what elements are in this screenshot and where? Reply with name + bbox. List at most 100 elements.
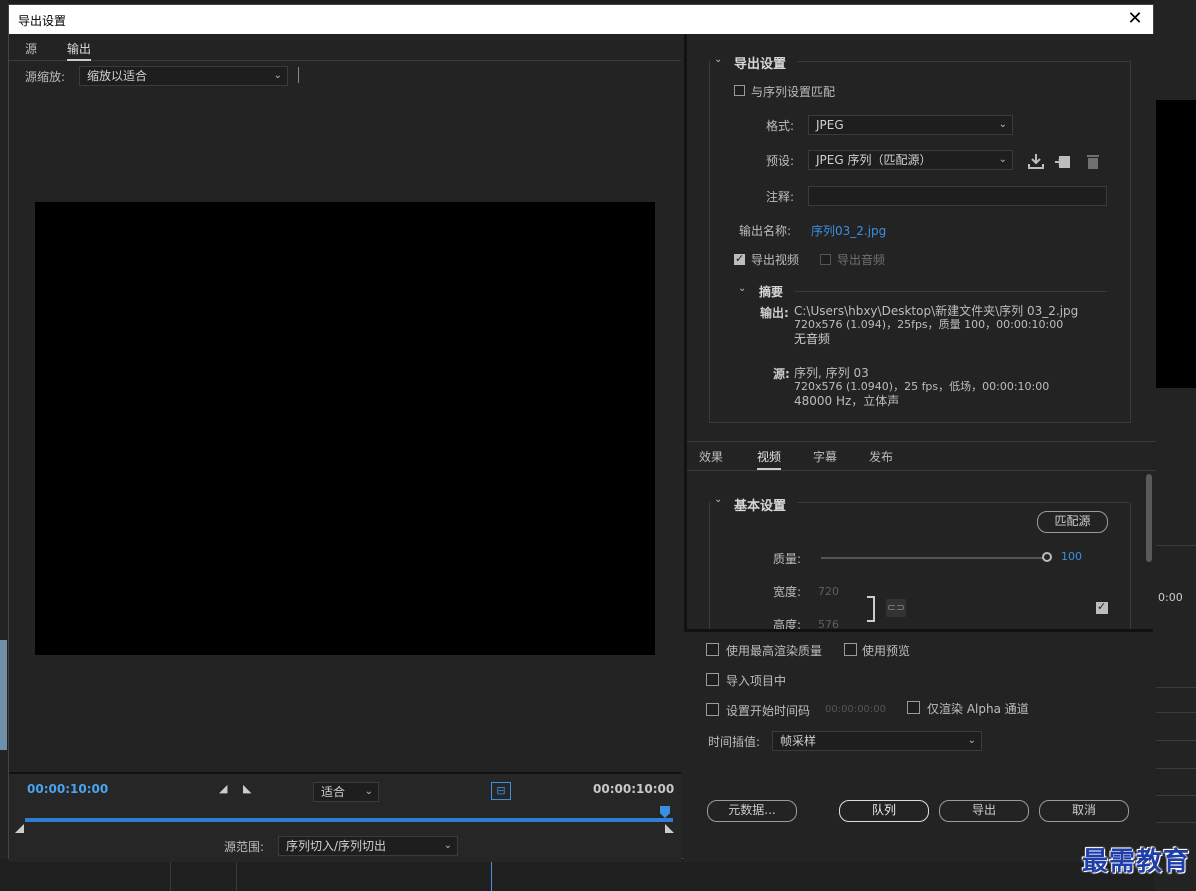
comment-input[interactable] (808, 186, 1107, 206)
export-button[interactable]: 导出 (939, 800, 1029, 822)
cancel-button[interactable]: 取消 (1039, 800, 1129, 822)
chevron-down-icon: ⌄ (273, 70, 282, 81)
output-name-link[interactable]: 序列03_2.jpg (811, 222, 886, 239)
background-timecode: 0:00 (1158, 591, 1183, 604)
tab-source[interactable]: 源 (25, 40, 37, 57)
summary-source-block: 序列, 序列 03 720x576 (1.0940)，25 fps，低场，00:… (794, 366, 1049, 408)
chevron-down-icon: ⌄ (364, 786, 373, 797)
background-right-strip: 0:00 (1154, 0, 1196, 891)
set-out-point-icon[interactable]: ◣ (243, 782, 251, 795)
width-label: 宽度: (773, 585, 802, 599)
import-preset-icon[interactable] (1054, 152, 1072, 170)
summary-title: 摘要 (759, 285, 784, 299)
time-interpolation-value: 帧采样 (780, 734, 817, 748)
chevron-down-icon: ⌄ (967, 735, 976, 746)
timecode-in[interactable]: 00:00:10:00 (27, 782, 108, 796)
timecode-out[interactable]: 00:00:10:00 (593, 782, 674, 796)
summary-output-line: 无音频 (794, 332, 831, 346)
settings-scrollbar[interactable] (1145, 474, 1153, 654)
max-render-quality-checkbox[interactable] (706, 643, 719, 656)
quality-value[interactable]: 100 (1061, 550, 1082, 563)
source-scale-label: 源缩放: (25, 70, 66, 84)
summary-source-line: 序列, 序列 03 (794, 366, 869, 380)
preset-select[interactable]: JPEG 序列（匹配源） ⌄ (808, 150, 1013, 170)
use-previews-label: 使用预览 (862, 644, 911, 658)
time-interpolation-select[interactable]: 帧采样 ⌄ (772, 731, 982, 751)
source-range-label: 源范围: (224, 840, 265, 854)
video-preview (35, 202, 655, 655)
render-alpha-label: 仅渲染 Alpha 通道 (927, 702, 1029, 716)
width-value[interactable]: 720 (818, 585, 839, 598)
background-divider (236, 859, 237, 891)
time-interpolation-label: 时间插值: (708, 735, 761, 749)
source-scale-select[interactable]: 缩放以适合 ⌄ (79, 66, 288, 86)
background-left-strip (0, 0, 8, 891)
start-timecode-checkbox[interactable] (706, 703, 719, 716)
fit-value: 适合 (321, 785, 346, 799)
render-alpha-checkbox[interactable] (907, 701, 920, 714)
summary-output-line: 720x576 (1.094)，25fps，质量 100，00:00:10:00 (794, 318, 1064, 331)
tab-publish[interactable]: 发布 (869, 448, 893, 465)
background-thumbnail (0, 640, 7, 750)
background-divider (1154, 795, 1196, 796)
close-icon[interactable]: ✕ (1123, 7, 1147, 31)
export-options-block: 使用最高渲染质量 使用预览 导入项目中 设置开始时间码 00:00:00:00 … (684, 629, 1153, 863)
summary-output-block: C:\Users\hbxy\Desktop\新建文件夹\序列 03_2.jpg … (794, 304, 1078, 346)
scrubber-bar: 00:00:10:00 ◢ ◣ 适合 ⌄ ⊟ 00:00:10:00 源范围: … (9, 772, 681, 862)
tab-captions[interactable]: 字幕 (813, 448, 837, 465)
preset-label: 预设: (766, 154, 795, 168)
max-render-quality-label: 使用最高渲染质量 (726, 644, 823, 658)
use-previews-checkbox[interactable] (844, 643, 857, 656)
divider (797, 502, 1129, 503)
aspect-bracket (867, 596, 875, 622)
dialog-titlebar: 导出设置 ✕ (9, 5, 1153, 34)
watermark-logo: 最需教育 (1081, 847, 1190, 877)
preview-pane: 源 输出 源缩放: 缩放以适合 ⌄ 00:00:10:00 ◢ ◣ 适合 ⌄ ⊟… (9, 34, 681, 862)
export-video-checkbox[interactable] (734, 252, 745, 265)
aspect-correction-icon[interactable]: ⊟ (491, 782, 511, 800)
link-icon[interactable]: ⊂⊃ (886, 599, 906, 617)
save-preset-icon[interactable] (1027, 152, 1045, 170)
chevron-down-icon: ⌄ (998, 119, 1007, 130)
timeline-track[interactable] (25, 818, 673, 822)
resize-checkbox[interactable] (1096, 600, 1108, 614)
source-range-select[interactable]: 序列切入/序列切出 ⌄ (278, 836, 458, 856)
tab-effects[interactable]: 效果 (699, 448, 723, 465)
export-audio-checkbox[interactable] (820, 254, 831, 265)
background-timeline-strip (0, 859, 1154, 891)
queue-button[interactable]: 队列 (839, 800, 929, 822)
metadata-button[interactable]: 元数据... (707, 800, 797, 822)
delete-preset-icon[interactable] (1084, 152, 1102, 170)
quality-slider-track[interactable] (821, 557, 1047, 559)
output-name-label: 输出名称: (739, 224, 792, 238)
scrollbar-thumb[interactable] (1146, 474, 1152, 562)
preview-tabs: 源 输出 (9, 34, 681, 61)
quality-slider-knob[interactable] (1042, 552, 1052, 562)
export-audio-label: 导出音频 (837, 253, 886, 267)
background-divider (1154, 545, 1196, 546)
match-sequence-label: 与序列设置匹配 (751, 85, 836, 99)
quality-label: 质量: (773, 552, 802, 566)
tab-video[interactable]: 视频 (757, 448, 782, 470)
match-sequence-checkbox[interactable] (734, 85, 745, 96)
summary-source-label: 源: (773, 367, 790, 381)
match-source-button[interactable]: 匹配源 (1037, 511, 1108, 533)
tab-output[interactable]: 输出 (67, 40, 92, 61)
divider (795, 291, 1107, 292)
chevron-down-icon: ⌄ (443, 840, 452, 851)
format-value: JPEG (816, 118, 844, 132)
playhead-icon[interactable] (660, 806, 670, 818)
out-point-handle[interactable] (665, 824, 674, 833)
comment-label: 注释: (766, 190, 795, 204)
export-video-label: 导出视频 (751, 253, 800, 267)
chevron-down-icon[interactable]: ⌄ (738, 283, 746, 294)
fit-select[interactable]: 适合 ⌄ (313, 782, 379, 802)
set-in-point-icon[interactable]: ◢ (219, 782, 227, 795)
import-into-project-checkbox[interactable] (706, 673, 719, 686)
preset-value: JPEG 序列（匹配源） (816, 153, 932, 167)
summary-output-label: 输出: (760, 306, 789, 320)
start-timecode-value[interactable]: 00:00:00:00 (825, 704, 886, 715)
format-select[interactable]: JPEG ⌄ (808, 115, 1013, 135)
in-point-handle[interactable] (15, 824, 24, 833)
divider (687, 441, 1156, 442)
